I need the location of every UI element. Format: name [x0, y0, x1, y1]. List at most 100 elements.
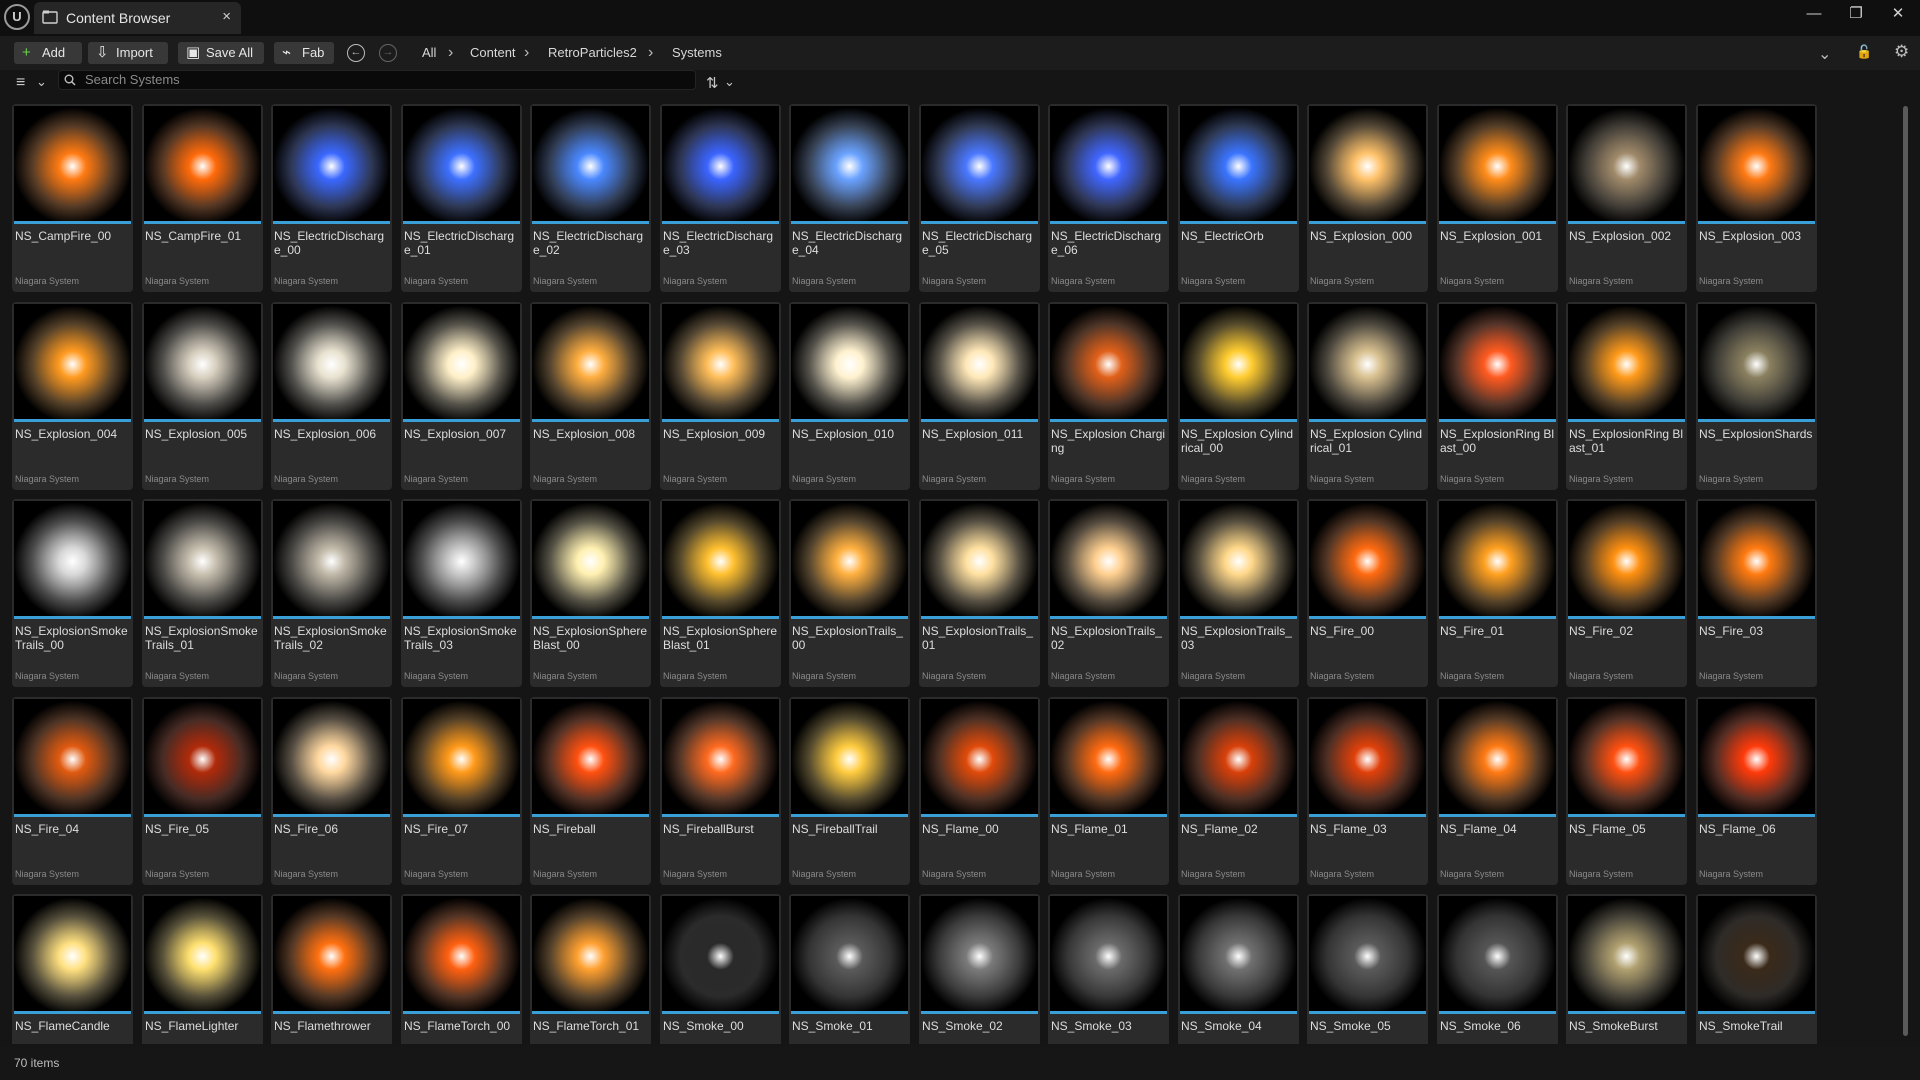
scrollbar-thumb[interactable] — [1903, 106, 1908, 1036]
tab-content-browser[interactable]: Content Browser × — [34, 2, 241, 34]
asset-tile[interactable]: NS_Flame_02 Niagara System — [1178, 697, 1299, 885]
lock-icon[interactable]: 🔓 — [1856, 44, 1872, 60]
save-all-button[interactable]: ▣ Save All — [178, 42, 264, 64]
asset-tile[interactable]: NS_Explosion_003 Niagara System — [1696, 104, 1817, 292]
asset-type-color-bar — [791, 814, 908, 817]
asset-tile[interactable]: NS_Explosion_006 Niagara System — [271, 302, 392, 490]
restore-button[interactable]: ❐ — [1842, 3, 1870, 29]
import-button[interactable]: ⇩ Import — [88, 42, 168, 64]
asset-tile[interactable]: NS_Smoke_01Niagara System — [789, 894, 910, 1044]
asset-tile[interactable]: NS_ExplosionSphere Blast_01 Niagara Syste… — [660, 499, 781, 687]
asset-tile[interactable]: NS_ExplosionTrails_ 02 Niagara System — [1048, 499, 1169, 687]
chevron-right-icon[interactable]: › — [524, 36, 529, 70]
breadcrumb-systems[interactable]: Systems — [672, 36, 722, 70]
asset-tile[interactable]: NS_ExplosionSphere Blast_00 Niagara Syste… — [530, 499, 651, 687]
add-button[interactable]: + Add — [14, 42, 82, 64]
asset-tile[interactable]: NS_FlamethrowerNiagara System — [271, 894, 392, 1044]
asset-tile[interactable]: NS_Smoke_02Niagara System — [919, 894, 1040, 1044]
asset-tile[interactable]: NS_Flame_04 Niagara System — [1437, 697, 1558, 885]
asset-tile[interactable]: NS_ExplosionShards Niagara System — [1696, 302, 1817, 490]
asset-tile[interactable]: NS_Flame_01 Niagara System — [1048, 697, 1169, 885]
forward-button[interactable]: → — [379, 44, 397, 62]
asset-tile[interactable]: NS_ExplosionSmoke Trails_02 Niagara Syste… — [271, 499, 392, 687]
asset-tile[interactable]: NS_Fireball Niagara System — [530, 697, 651, 885]
asset-tile[interactable]: NS_Smoke_06Niagara System — [1437, 894, 1558, 1044]
back-button[interactable]: ← — [347, 44, 365, 62]
asset-tile[interactable]: NS_Explosion_002 Niagara System — [1566, 104, 1687, 292]
chevron-right-icon[interactable]: › — [648, 36, 653, 70]
asset-tile[interactable]: NS_ElectricOrb Niagara System — [1178, 104, 1299, 292]
asset-tile[interactable]: NS_ExplosionRing Blast_00 Niagara System — [1437, 302, 1558, 490]
sort-dropdown-icon[interactable]: ⌄ — [724, 74, 735, 90]
asset-tile[interactable]: NS_Flame_00 Niagara System — [919, 697, 1040, 885]
asset-tile[interactable]: NS_Explosion_007 Niagara System — [401, 302, 522, 490]
asset-tile[interactable]: NS_Explosion Cylindrical_01 Niagara Syste… — [1307, 302, 1428, 490]
asset-tile[interactable]: NS_Explosion_001 Niagara System — [1437, 104, 1558, 292]
asset-tile[interactable]: NS_FireballTrail Niagara System — [789, 697, 910, 885]
settings-gear-icon[interactable]: ⚙ — [1894, 42, 1909, 62]
asset-tile[interactable]: NS_ElectricDischarge_01 Niagara System — [401, 104, 522, 292]
asset-tile[interactable]: NS_Flame_05 Niagara System — [1566, 697, 1687, 885]
asset-tile[interactable]: NS_ElectricDischarge_06 Niagara System — [1048, 104, 1169, 292]
asset-tile[interactable]: NS_Fire_07 Niagara System — [401, 697, 522, 885]
asset-tile[interactable]: NS_Explosion_009 Niagara System — [660, 302, 781, 490]
asset-tile[interactable]: NS_Explosion_010 Niagara System — [789, 302, 910, 490]
asset-tile[interactable]: NS_Smoke_05Niagara System — [1307, 894, 1428, 1044]
asset-tile[interactable]: NS_Fire_01 Niagara System — [1437, 499, 1558, 687]
asset-tile[interactable]: NS_ExplosionTrails_ 00 Niagara System — [789, 499, 910, 687]
asset-tile[interactable]: NS_FlameTorch_01Niagara System — [530, 894, 651, 1044]
path-dropdown-icon[interactable]: ⌄ — [1818, 44, 1831, 64]
breadcrumb-all[interactable]: All — [422, 36, 436, 70]
asset-tile[interactable]: NS_ExplosionSmoke Trails_01 Niagara Syste… — [142, 499, 263, 687]
asset-tile[interactable]: NS_Flame_06 Niagara System — [1696, 697, 1817, 885]
asset-tile[interactable]: NS_ExplosionTrails_ 03 Niagara System — [1178, 499, 1299, 687]
minimize-button[interactable]: — — [1800, 3, 1828, 29]
asset-tile[interactable]: NS_Fire_02 Niagara System — [1566, 499, 1687, 687]
asset-tile[interactable]: NS_Flame_03 Niagara System — [1307, 697, 1428, 885]
asset-tile[interactable]: NS_SmokeTrailNiagara System — [1696, 894, 1817, 1044]
asset-tile[interactable]: NS_ElectricDischarge_00 Niagara System — [271, 104, 392, 292]
asset-tile[interactable]: NS_FireballBurst Niagara System — [660, 697, 781, 885]
asset-tile[interactable]: NS_Smoke_04Niagara System — [1178, 894, 1299, 1044]
asset-tile[interactable]: NS_Explosion_011 Niagara System — [919, 302, 1040, 490]
asset-tile[interactable]: NS_Fire_04 Niagara System — [12, 697, 133, 885]
breadcrumb-content[interactable]: Content — [470, 36, 516, 70]
asset-tile[interactable]: NS_Explosion Charging Niagara System — [1048, 302, 1169, 490]
filter-icon[interactable]: ≡ — [16, 74, 25, 92]
asset-tile[interactable]: NS_FlameLighterNiagara System — [142, 894, 263, 1044]
asset-tile[interactable]: NS_Explosion Cylindrical_00 Niagara Syste… — [1178, 302, 1299, 490]
asset-tile[interactable]: NS_ExplosionSmoke Trails_03 Niagara Syste… — [401, 499, 522, 687]
asset-tile[interactable]: NS_FlameCandleNiagara System — [12, 894, 133, 1044]
close-window-button[interactable]: ✕ — [1884, 3, 1912, 29]
asset-tile[interactable]: NS_ElectricDischarge_03 Niagara System — [660, 104, 781, 292]
asset-tile[interactable]: NS_ExplosionSmoke Trails_00 Niagara Syste… — [12, 499, 133, 687]
breadcrumb-retroparticles2[interactable]: RetroParticles2 — [548, 36, 637, 70]
asset-tile[interactable]: NS_ExplosionTrails_ 01 Niagara System — [919, 499, 1040, 687]
sort-icon[interactable]: ⇅ — [706, 74, 719, 92]
asset-tile[interactable]: NS_Explosion_008 Niagara System — [530, 302, 651, 490]
filter-dropdown-icon[interactable]: ⌄ — [36, 74, 47, 90]
asset-tile[interactable]: NS_SmokeBurstNiagara System — [1566, 894, 1687, 1044]
asset-tile[interactable]: NS_CampFire_01 Niagara System — [142, 104, 263, 292]
asset-tile[interactable]: NS_Fire_05 Niagara System — [142, 697, 263, 885]
asset-tile[interactable]: NS_ElectricDischarge_05 Niagara System — [919, 104, 1040, 292]
fab-button[interactable]: ⌁ Fab — [274, 42, 334, 64]
asset-tile[interactable]: NS_Fire_00 Niagara System — [1307, 499, 1428, 687]
asset-tile[interactable]: NS_Smoke_00Niagara System — [660, 894, 781, 1044]
asset-name: NS_Flame_04 — [1440, 822, 1517, 836]
asset-tile[interactable]: NS_Explosion_004 Niagara System — [12, 302, 133, 490]
asset-tile[interactable]: NS_FlameTorch_00Niagara System — [401, 894, 522, 1044]
asset-tile[interactable]: NS_Fire_03 Niagara System — [1696, 499, 1817, 687]
asset-tile[interactable]: NS_Explosion_000 Niagara System — [1307, 104, 1428, 292]
asset-tile[interactable]: NS_ElectricDischarge_04 Niagara System — [789, 104, 910, 292]
chevron-right-icon[interactable]: › — [448, 36, 453, 70]
tab-close-icon[interactable]: × — [222, 8, 231, 25]
unreal-logo-icon[interactable]: U — [4, 4, 30, 30]
asset-tile[interactable]: NS_Fire_06 Niagara System — [271, 697, 392, 885]
asset-tile[interactable]: NS_ElectricDischarge_02 Niagara System — [530, 104, 651, 292]
asset-tile[interactable]: NS_Explosion_005 Niagara System — [142, 302, 263, 490]
asset-tile[interactable]: NS_CampFire_00 Niagara System — [12, 104, 133, 292]
search-input[interactable]: Search Systems — [58, 70, 696, 90]
asset-tile[interactable]: NS_Smoke_03Niagara System — [1048, 894, 1169, 1044]
asset-tile[interactable]: NS_ExplosionRing Blast_01 Niagara System — [1566, 302, 1687, 490]
